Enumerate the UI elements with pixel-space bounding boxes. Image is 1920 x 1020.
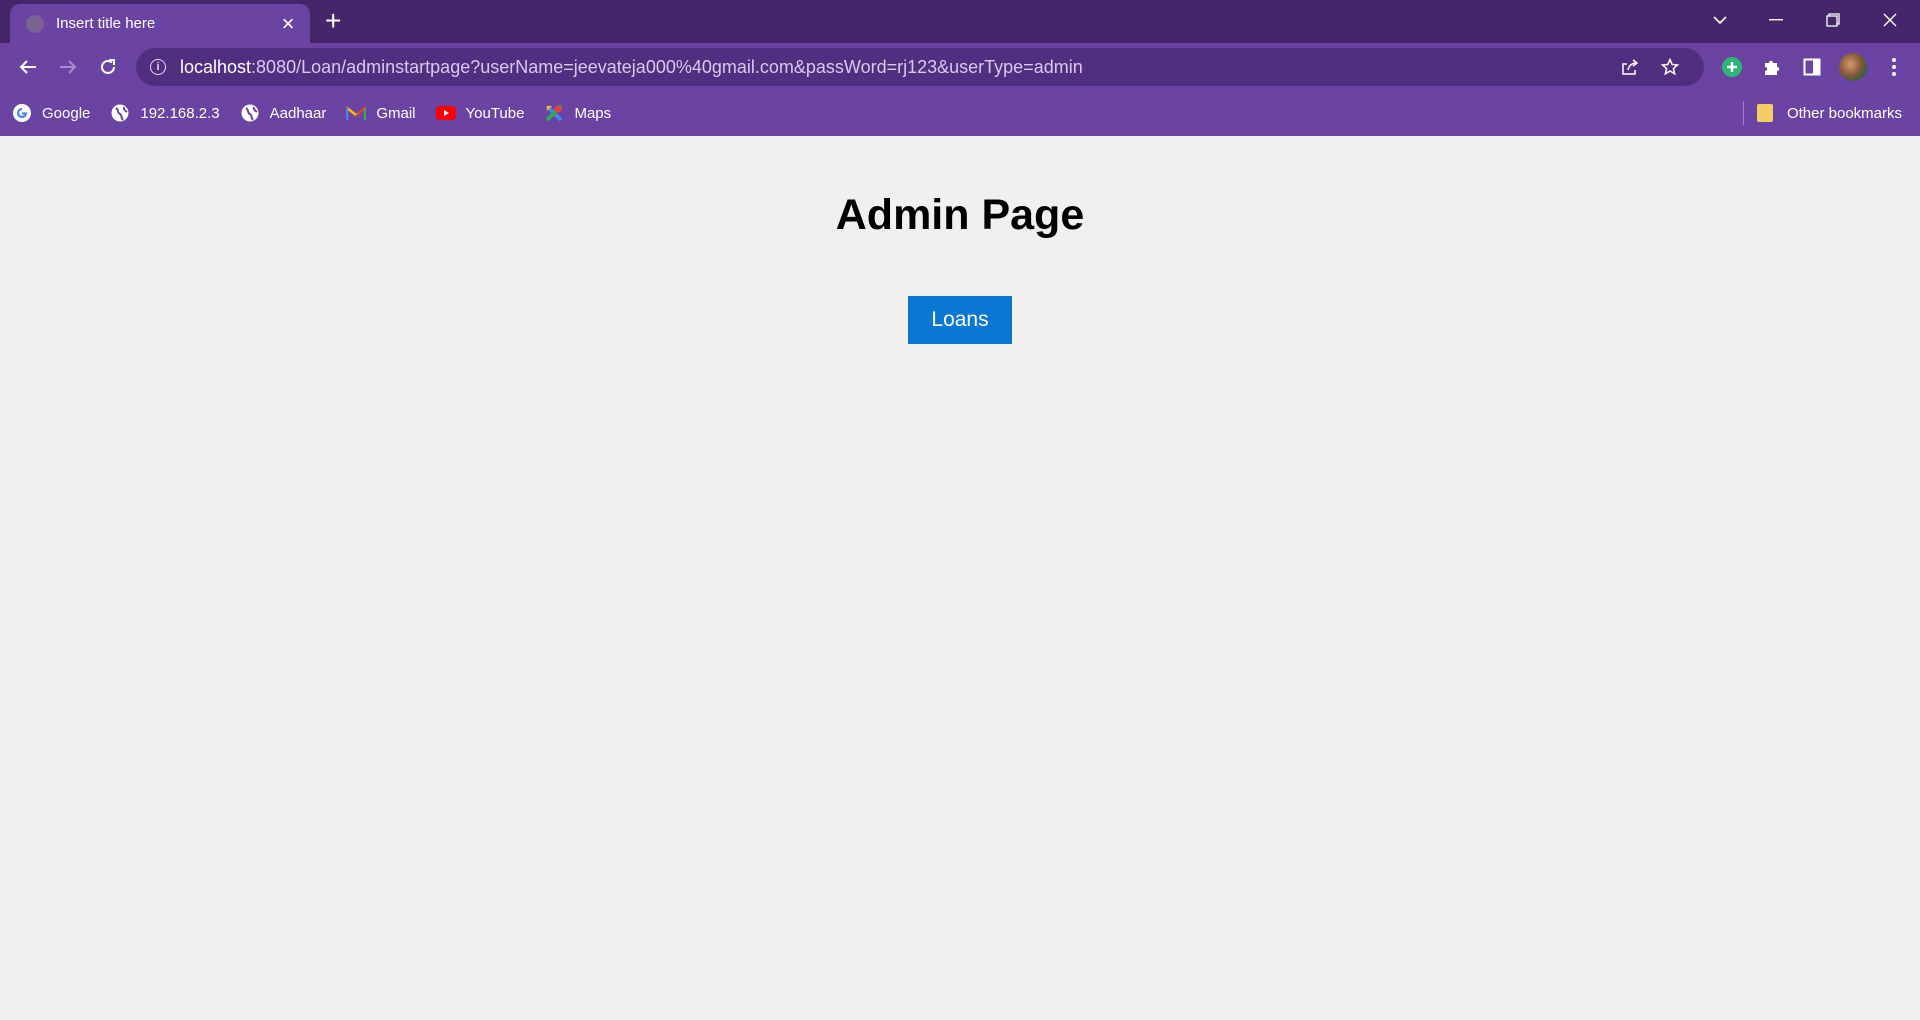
active-tab[interactable]: Insert title here ×: [10, 4, 310, 43]
url-host: localhost: [180, 56, 252, 77]
bookmarks-divider: [1743, 101, 1744, 125]
extensions-puzzle-icon[interactable]: [1752, 47, 1792, 87]
url-path: :8080/Loan/adminstartpage?userName=jeeva…: [251, 56, 1083, 77]
bookmark-label: 192.168.2.3: [140, 104, 220, 122]
loans-button[interactable]: Loans: [908, 296, 1012, 344]
bookmark-star-icon[interactable]: [1650, 58, 1690, 76]
url-text[interactable]: localhost:8080/Loan/adminstartpage?userN…: [180, 57, 1610, 78]
side-panel-icon[interactable]: [1792, 47, 1832, 87]
globe-icon: [240, 103, 260, 123]
address-bar[interactable]: i localhost:8080/Loan/adminstartpage?use…: [136, 48, 1704, 86]
page-title: Admin Page: [835, 191, 1085, 239]
bookmark-label: YouTube: [465, 104, 525, 122]
other-bookmarks-label: Other bookmarks: [1786, 104, 1902, 122]
page-content: Admin Page Loans: [0, 136, 1920, 1020]
globe-icon: [26, 14, 44, 33]
bookmark-label: Gmail: [376, 104, 416, 122]
close-tab-icon[interactable]: ×: [278, 12, 298, 35]
site-info-icon[interactable]: i: [150, 59, 166, 75]
google-icon: [12, 103, 32, 123]
gmail-icon: [346, 103, 367, 123]
close-window-icon[interactable]: [1862, 0, 1918, 40]
maps-icon: [544, 103, 564, 123]
restore-icon[interactable]: [1805, 0, 1861, 40]
bookmark-youtube[interactable]: YouTube: [435, 103, 525, 123]
bookmark-ip[interactable]: 192.168.2.3: [110, 103, 220, 123]
bookmark-label: Maps: [574, 104, 612, 122]
profile-avatar[interactable]: [1833, 47, 1873, 87]
browser-chrome: Insert title here × + i localhost:8080/L: [0, 0, 1920, 136]
bookmark-google[interactable]: Google: [12, 103, 90, 123]
bookmark-maps[interactable]: Maps: [544, 103, 611, 123]
other-bookmarks-folder[interactable]: Other bookmarks: [1756, 90, 1902, 136]
globe-icon: [110, 103, 130, 123]
bookmark-label: Aadhaar: [269, 104, 327, 122]
share-icon[interactable]: [1610, 59, 1650, 75]
back-icon[interactable]: [8, 47, 48, 87]
youtube-icon: [435, 103, 456, 123]
toolbar: i localhost:8080/Loan/adminstartpage?use…: [0, 43, 1920, 90]
bookmark-aadhaar[interactable]: Aadhaar: [240, 103, 327, 123]
tab-strip: Insert title here × +: [0, 0, 1920, 43]
folder-icon: [1756, 104, 1773, 122]
new-tab-icon[interactable]: +: [325, 7, 341, 35]
bookmark-gmail[interactable]: Gmail: [346, 103, 416, 123]
tab-search-icon[interactable]: [1692, 0, 1748, 40]
reload-icon[interactable]: [88, 47, 128, 87]
menu-kebab-icon[interactable]: [1874, 47, 1914, 87]
forward-icon[interactable]: [48, 47, 88, 87]
tab-title: Insert title here: [56, 15, 156, 32]
minimize-icon[interactable]: [1748, 0, 1804, 40]
bookmark-label: Google: [42, 104, 91, 122]
bookmarks-bar: Google 192.168.2.3 Aadhaar Gmail YouTube: [0, 90, 1920, 136]
extension-plus-icon[interactable]: [1712, 47, 1752, 87]
